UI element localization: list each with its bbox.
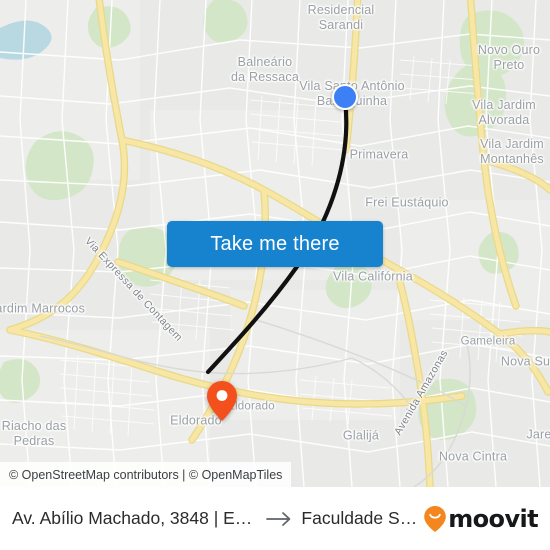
map-attribution: © OpenStreetMap contributors | © OpenMap… [0,462,292,487]
moovit-wordmark: moovit [448,504,538,533]
moovit-logo[interactable]: moovit [423,504,539,533]
trip-destination-label: Faculdade Sen… [301,508,424,528]
trip-origin-label: Av. Abílio Machado, 3848 | Esqui… [12,508,258,528]
take-me-there-button[interactable]: Take me there [167,221,383,267]
moovit-pin-icon [424,505,447,532]
moovit-map-screen: Residencial Sarandi Balneário da Ressaca N… [0,0,550,550]
arrow-right-icon [266,511,291,526]
map-canvas[interactable]: Residencial Sarandi Balneário da Ressaca N… [0,0,550,487]
origin-dot-icon[interactable] [332,84,358,110]
attribution-text: © OpenStreetMap contributors | © OpenMap… [9,467,283,482]
trip-footer: Av. Abílio Machado, 3848 | Esqui… Faculd… [0,487,550,550]
trip-summary[interactable]: Av. Abílio Machado, 3848 | Esqui… Faculd… [12,508,423,529]
